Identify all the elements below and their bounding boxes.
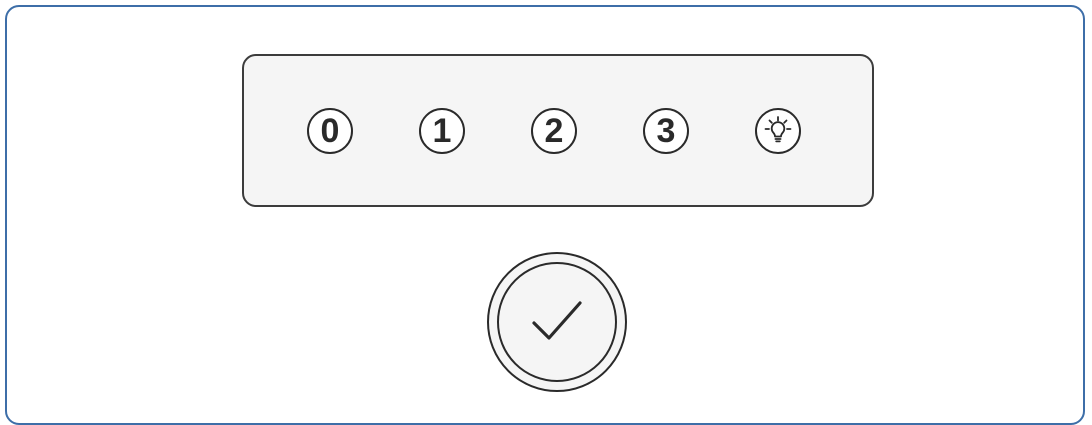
app-frame: 0 1 2 3 [5,5,1085,425]
checkmark-icon [522,285,592,360]
key-2-button[interactable]: 2 [531,108,577,154]
confirm-button-inner-ring [497,262,617,382]
confirm-button[interactable] [487,252,627,392]
hint-button[interactable] [755,108,801,154]
key-3-button[interactable]: 3 [643,108,689,154]
key-1-button[interactable]: 1 [419,108,465,154]
lightbulb-icon [761,114,795,148]
key-0-button[interactable]: 0 [307,108,353,154]
digit-keypad: 0 1 2 3 [242,54,874,207]
